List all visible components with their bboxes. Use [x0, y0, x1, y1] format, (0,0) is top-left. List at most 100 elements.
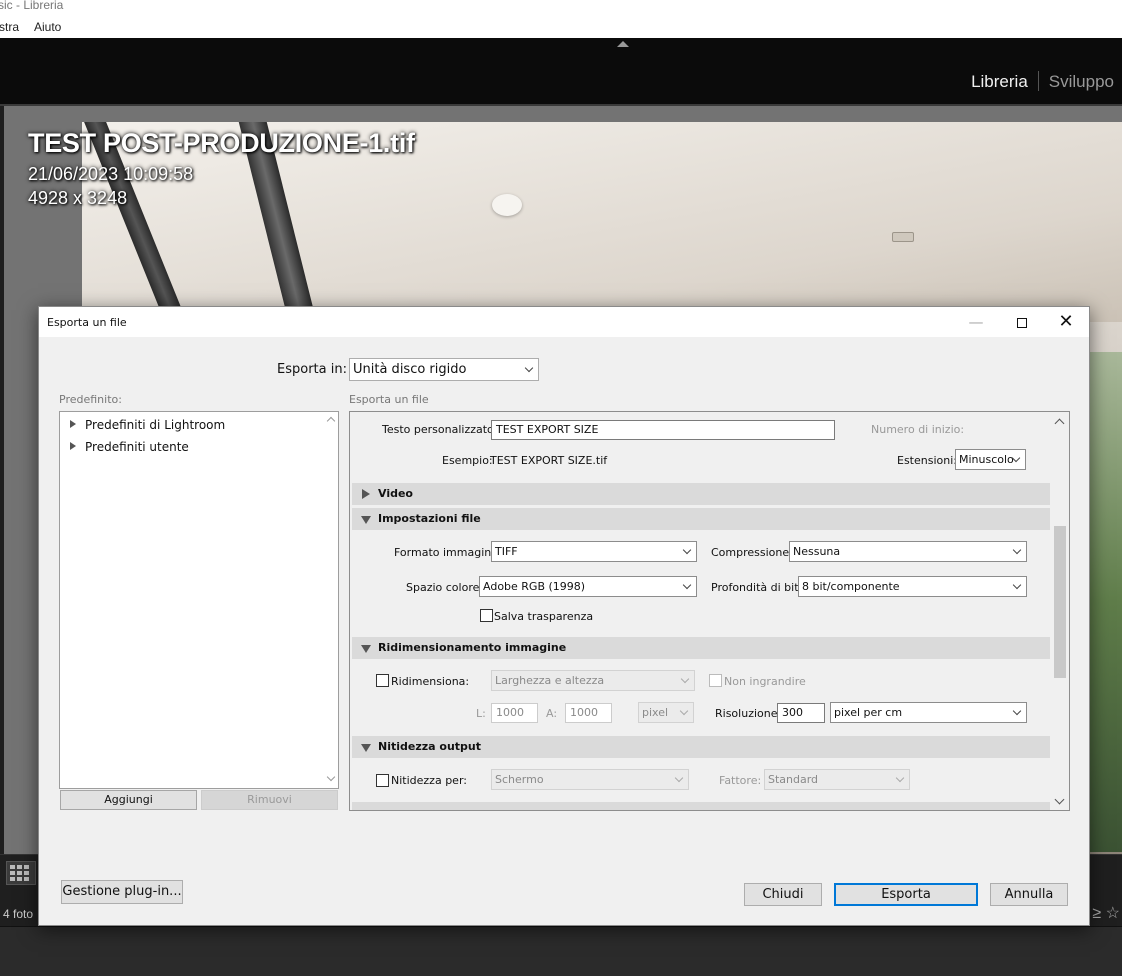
sharpen-checkbox[interactable]: [376, 774, 389, 787]
export-to-select[interactable]: Unità disco rigido: [349, 358, 539, 381]
color-space-value: Adobe RGB (1998): [483, 580, 586, 593]
presets-label: Predefinito:: [59, 393, 122, 406]
resolution-unit-value: pixel per cm: [834, 706, 903, 719]
section-video[interactable]: Video: [352, 483, 1050, 505]
scroll-down-icon[interactable]: [326, 772, 336, 782]
export-button[interactable]: Esporta: [834, 883, 978, 906]
tree-item-lightroom-presets[interactable]: Predefiniti di Lightroom: [70, 418, 225, 432]
photo-filename: TEST POST-PRODUZIONE-1.tif: [28, 128, 415, 158]
cancel-button[interactable]: Annulla: [990, 883, 1068, 906]
dont-enlarge-checkbox[interactable]: [709, 674, 722, 687]
width-input[interactable]: 1000: [491, 703, 538, 723]
plugin-manager-button[interactable]: Gestione plug-in...: [61, 880, 183, 904]
maximize-icon[interactable]: [999, 307, 1045, 337]
bit-depth-select[interactable]: 8 bit/componente: [798, 576, 1027, 597]
expanded-arrow-icon: [361, 516, 371, 524]
sharpen-target-value: Schermo: [495, 773, 544, 786]
save-transparency-checkbox[interactable]: [480, 609, 493, 622]
compression-label: Compressione:: [711, 546, 793, 559]
chevron-down-icon: [524, 363, 534, 373]
expand-arrow-icon[interactable]: [70, 442, 76, 450]
section-title: Impostazioni file: [378, 512, 481, 525]
section-output-sharpening[interactable]: Nitidezza output: [352, 736, 1050, 758]
window-titlebar: sic - Libreria: [0, 0, 1122, 14]
resolution-input[interactable]: 300: [777, 703, 825, 723]
dialog-title: Esporta un file: [47, 316, 127, 329]
top-panel-toggle-icon[interactable]: [617, 41, 629, 47]
export-to-value: Unità disco rigido: [353, 362, 467, 377]
presets-tree: Predefiniti di Lightroom Predefiniti ute…: [59, 411, 339, 789]
rating-filter-icon[interactable]: ≥ ☆: [1092, 903, 1120, 923]
scroll-thumb[interactable]: [1054, 526, 1066, 678]
photo-info-overlay: TEST POST-PRODUZIONE-1.tif 21/06/2023 10…: [28, 128, 415, 209]
image-format-select[interactable]: TIFF: [491, 541, 697, 562]
tree-item-user-presets[interactable]: Predefiniti utente: [70, 440, 189, 454]
bit-depth-label: Profondità di bit:: [711, 581, 803, 594]
chevron-down-icon: [679, 706, 689, 716]
scroll-up-icon[interactable]: [326, 416, 336, 426]
close-icon[interactable]: ✕: [1043, 307, 1089, 337]
dialog-titlebar: Esporta un file — ✕: [39, 307, 1089, 337]
module-picker: Libreria Sviluppo: [971, 71, 1114, 92]
module-library[interactable]: Libreria: [971, 72, 1028, 91]
module-develop[interactable]: Sviluppo: [1049, 72, 1114, 91]
resolution-label: Risoluzione:: [715, 707, 782, 720]
width-label: L:: [476, 707, 486, 720]
tree-item-label: Predefiniti utente: [85, 440, 189, 454]
settings-scrollbar[interactable]: [1051, 412, 1069, 810]
chevron-down-icon: [682, 545, 692, 555]
sharpen-amount-select[interactable]: Standard: [764, 769, 910, 790]
minimize-icon[interactable]: —: [953, 307, 999, 337]
custom-text-input[interactable]: TEST EXPORT SIZE: [491, 420, 835, 440]
resize-mode-select[interactable]: Larghezza e altezza: [491, 670, 695, 691]
menu-item-finestra[interactable]: stra: [0, 20, 19, 34]
resize-unit-value: pixel: [642, 706, 669, 719]
dont-enlarge-label: Non ingrandire: [724, 675, 806, 688]
compression-select[interactable]: Nessuna: [789, 541, 1027, 562]
remove-preset-button[interactable]: Rimuovi: [201, 790, 338, 810]
photo-datetime: 21/06/2023 10:09:58: [28, 164, 194, 184]
compression-value: Nessuna: [793, 545, 841, 558]
extensions-label: Estensioni:: [897, 454, 957, 467]
sharpen-amount-label: Fattore:: [719, 774, 762, 787]
start-number-label: Numero di inizio:: [871, 423, 965, 436]
image-format-value: TIFF: [495, 545, 518, 558]
chevron-down-icon: [682, 580, 692, 590]
resolution-unit-select[interactable]: pixel per cm: [830, 702, 1027, 723]
sharpen-amount-value: Standard: [768, 773, 819, 786]
close-button[interactable]: Chiudi: [744, 883, 822, 906]
height-input[interactable]: 1000: [565, 703, 612, 723]
expanded-arrow-icon: [361, 744, 371, 752]
grid-view-icon[interactable]: [6, 861, 36, 885]
custom-text-label: Testo personalizzato:: [382, 423, 498, 436]
section-file-settings[interactable]: Impostazioni file: [352, 508, 1050, 530]
resize-unit-select[interactable]: pixel: [638, 702, 694, 723]
color-space-label: Spazio colore:: [406, 581, 484, 594]
section-title: Ridimensionamento immagine: [378, 641, 567, 654]
color-space-select[interactable]: Adobe RGB (1998): [479, 576, 697, 597]
resize-checkbox[interactable]: [376, 674, 389, 687]
expand-arrow-icon[interactable]: [70, 420, 76, 428]
chevron-down-icon: [1012, 545, 1022, 555]
scroll-down-icon[interactable]: [1054, 794, 1065, 805]
photo-count: 4 foto: [3, 907, 34, 921]
export-dialog: Esporta un file — ✕ Esporta in: Unità di…: [38, 306, 1090, 926]
filmstrip: [0, 926, 1122, 976]
menu-item-aiuto[interactable]: Aiuto: [34, 20, 61, 34]
sharpen-target-select[interactable]: Schermo: [491, 769, 689, 790]
next-section-header-partial: [352, 802, 1050, 810]
example-value: TEST EXPORT SIZE.tif: [490, 454, 608, 467]
collapsed-arrow-icon: [362, 489, 370, 499]
module-picker-bar: Libreria Sviluppo: [0, 38, 1122, 104]
chevron-down-icon: [1012, 580, 1022, 590]
resize-mode-value: Larghezza e altezza: [495, 674, 605, 687]
sharpen-for-label: Nitidezza per:: [391, 774, 467, 787]
add-preset-button[interactable]: Aggiungi: [60, 790, 197, 810]
extensions-select[interactable]: Minuscolo: [955, 449, 1026, 470]
settings-panel-label: Esporta un file: [349, 393, 429, 406]
scroll-up-icon[interactable]: [1054, 418, 1065, 429]
height-label: A:: [546, 707, 558, 720]
section-image-resize[interactable]: Ridimensionamento immagine: [352, 637, 1050, 659]
section-title: Nitidezza output: [378, 740, 482, 753]
tree-item-label: Predefiniti di Lightroom: [85, 418, 226, 432]
